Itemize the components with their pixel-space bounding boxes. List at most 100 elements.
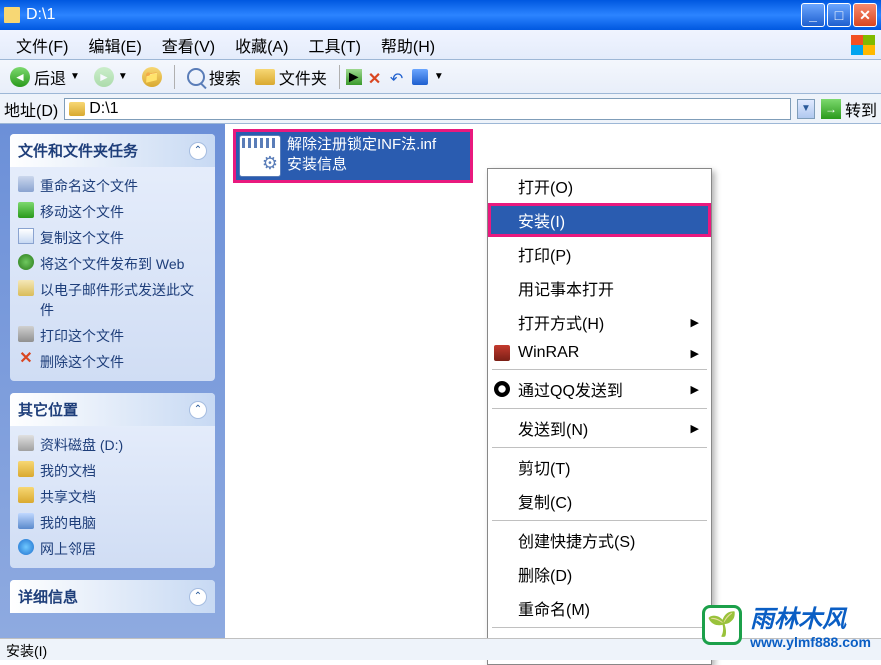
titlebar: D:\1 _ □ ✕ bbox=[0, 0, 881, 30]
folders-button[interactable]: 文件夹 bbox=[249, 63, 333, 91]
context-menu: 打开(O) 安装(I) 打印(P) 用记事本打开 打开方式(H)▶ WinRAR… bbox=[487, 168, 712, 665]
address-value: D:\1 bbox=[89, 100, 118, 118]
cm-cut[interactable]: 剪切(T) bbox=[488, 450, 711, 484]
window-title: D:\1 bbox=[26, 6, 801, 24]
address-dropdown[interactable]: ▼ bbox=[797, 99, 815, 119]
details-header[interactable]: 详细信息 ⌃ bbox=[10, 580, 215, 613]
menu-view[interactable]: 查看(V) bbox=[152, 29, 225, 61]
maximize-button[interactable]: □ bbox=[827, 3, 851, 27]
details-title: 详细信息 bbox=[18, 586, 78, 607]
status-text: 安装(I) bbox=[6, 643, 47, 659]
place-computer[interactable]: 我的电脑 bbox=[18, 510, 207, 536]
copy-icon bbox=[18, 228, 34, 244]
task-print[interactable]: 打印这个文件 bbox=[18, 323, 207, 349]
folder-icon bbox=[69, 102, 85, 116]
chevron-right-icon: ▶ bbox=[691, 422, 699, 435]
task-move[interactable]: 移动这个文件 bbox=[18, 199, 207, 225]
cm-open[interactable]: 打开(O) bbox=[488, 169, 711, 203]
file-type: 安装信息 bbox=[287, 155, 436, 175]
menu-help[interactable]: 帮助(H) bbox=[371, 29, 445, 61]
chevron-up-icon: ⌃ bbox=[189, 142, 207, 160]
task-copy[interactable]: 复制这个文件 bbox=[18, 225, 207, 251]
watermark: 🌱 雨林木风 www.ylmf888.com bbox=[702, 599, 871, 650]
place-documents[interactable]: 我的文档 bbox=[18, 458, 207, 484]
back-button[interactable]: ◄ 后退 ▼ bbox=[4, 63, 86, 91]
file-name: 解除注册锁定INF法.inf bbox=[287, 135, 436, 155]
cm-sendto[interactable]: 发送到(N)▶ bbox=[488, 411, 711, 445]
task-delete[interactable]: ✕删除这个文件 bbox=[18, 349, 207, 375]
cm-openwith[interactable]: 打开方式(H)▶ bbox=[488, 305, 711, 339]
up-button[interactable]: 📁 bbox=[136, 65, 168, 89]
go-button[interactable]: → 转到 bbox=[821, 97, 877, 121]
cm-shortcut[interactable]: 创建快捷方式(S) bbox=[488, 523, 711, 557]
go-label: 转到 bbox=[845, 97, 877, 121]
separator bbox=[492, 627, 707, 628]
file-item-selected[interactable]: 解除注册锁定INF法.inf 安装信息 bbox=[233, 129, 473, 183]
undo-icon[interactable]: ↶ bbox=[390, 69, 406, 85]
cm-notepad[interactable]: 用记事本打开 bbox=[488, 271, 711, 305]
separator bbox=[492, 520, 707, 521]
views-icon[interactable] bbox=[412, 69, 428, 85]
sidebar: 文件和文件夹任务 ⌃ 重命名这个文件 移动这个文件 复制这个文件 将这个文件发布… bbox=[0, 124, 225, 638]
cm-delete[interactable]: 删除(D) bbox=[488, 557, 711, 591]
windows-flag-icon bbox=[851, 35, 875, 55]
qq-icon bbox=[494, 381, 510, 397]
cm-print[interactable]: 打印(P) bbox=[488, 237, 711, 271]
folder-icon bbox=[255, 69, 275, 85]
tasks-header[interactable]: 文件和文件夹任务 ⌃ bbox=[10, 134, 215, 167]
go-icon: → bbox=[821, 99, 841, 119]
close-button[interactable]: ✕ bbox=[853, 3, 877, 27]
places-header[interactable]: 其它位置 ⌃ bbox=[10, 393, 215, 426]
place-shared[interactable]: 共享文档 bbox=[18, 484, 207, 510]
menu-edit[interactable]: 编辑(E) bbox=[78, 29, 151, 61]
moveto-icon[interactable]: ► bbox=[346, 69, 362, 85]
menu-favorites[interactable]: 收藏(A) bbox=[225, 29, 298, 61]
delete-icon[interactable]: ✕ bbox=[368, 69, 384, 85]
separator bbox=[492, 408, 707, 409]
task-email[interactable]: 以电子邮件形式发送此文件 bbox=[18, 277, 207, 323]
places-body: 资料磁盘 (D:) 我的文档 共享文档 我的电脑 网上邻居 bbox=[10, 426, 215, 568]
place-disk[interactable]: 资料磁盘 (D:) bbox=[18, 432, 207, 458]
menu-file[interactable]: 文件(F) bbox=[6, 29, 78, 61]
documents-icon bbox=[18, 461, 34, 477]
task-rename[interactable]: 重命名这个文件 bbox=[18, 173, 207, 199]
tasks-panel: 文件和文件夹任务 ⌃ 重命名这个文件 移动这个文件 复制这个文件 将这个文件发布… bbox=[10, 134, 215, 381]
places-title: 其它位置 bbox=[18, 399, 78, 420]
chevron-right-icon: ▶ bbox=[691, 347, 699, 360]
address-label: 地址(D) bbox=[4, 97, 58, 121]
cm-install[interactable]: 安装(I) bbox=[488, 203, 711, 237]
forward-button[interactable]: ► ▼ bbox=[88, 65, 134, 89]
shared-icon bbox=[18, 487, 34, 503]
chevron-up-icon: ⌃ bbox=[189, 401, 207, 419]
cm-winrar[interactable]: WinRAR▶ bbox=[488, 339, 711, 367]
cm-copy[interactable]: 复制(C) bbox=[488, 484, 711, 518]
cm-qqsend[interactable]: 通过QQ发送到▶ bbox=[488, 372, 711, 406]
task-publish-web[interactable]: 将这个文件发布到 Web bbox=[18, 251, 207, 277]
chevron-up-icon: ⌃ bbox=[189, 588, 207, 606]
watermark-url: www.ylmf888.com bbox=[750, 634, 871, 650]
folder-up-icon: 📁 bbox=[142, 67, 162, 87]
address-input[interactable]: D:\1 bbox=[64, 98, 791, 120]
disk-icon bbox=[18, 435, 34, 451]
rename-icon bbox=[18, 176, 34, 192]
winrar-icon bbox=[494, 345, 510, 361]
computer-icon bbox=[18, 513, 34, 529]
menu-tools[interactable]: 工具(T) bbox=[298, 29, 370, 61]
menubar: 文件(F) 编辑(E) 查看(V) 收藏(A) 工具(T) 帮助(H) bbox=[0, 30, 881, 60]
tasks-title: 文件和文件夹任务 bbox=[18, 140, 138, 161]
content-area: 文件和文件夹任务 ⌃ 重命名这个文件 移动这个文件 复制这个文件 将这个文件发布… bbox=[0, 124, 881, 638]
minimize-button[interactable]: _ bbox=[801, 3, 825, 27]
search-button[interactable]: 搜索 bbox=[181, 63, 247, 91]
watermark-text-block: 雨林木风 www.ylmf888.com bbox=[750, 599, 871, 650]
search-icon bbox=[187, 68, 205, 86]
back-icon: ◄ bbox=[10, 67, 30, 87]
email-icon bbox=[18, 280, 34, 296]
print-icon bbox=[18, 326, 34, 342]
network-icon bbox=[18, 539, 34, 555]
watermark-logo: 🌱 bbox=[702, 605, 742, 645]
leaf-icon: 🌱 bbox=[707, 610, 737, 639]
cm-rename[interactable]: 重命名(M) bbox=[488, 591, 711, 625]
place-network[interactable]: 网上邻居 bbox=[18, 536, 207, 562]
web-icon bbox=[18, 254, 34, 270]
separator bbox=[492, 447, 707, 448]
